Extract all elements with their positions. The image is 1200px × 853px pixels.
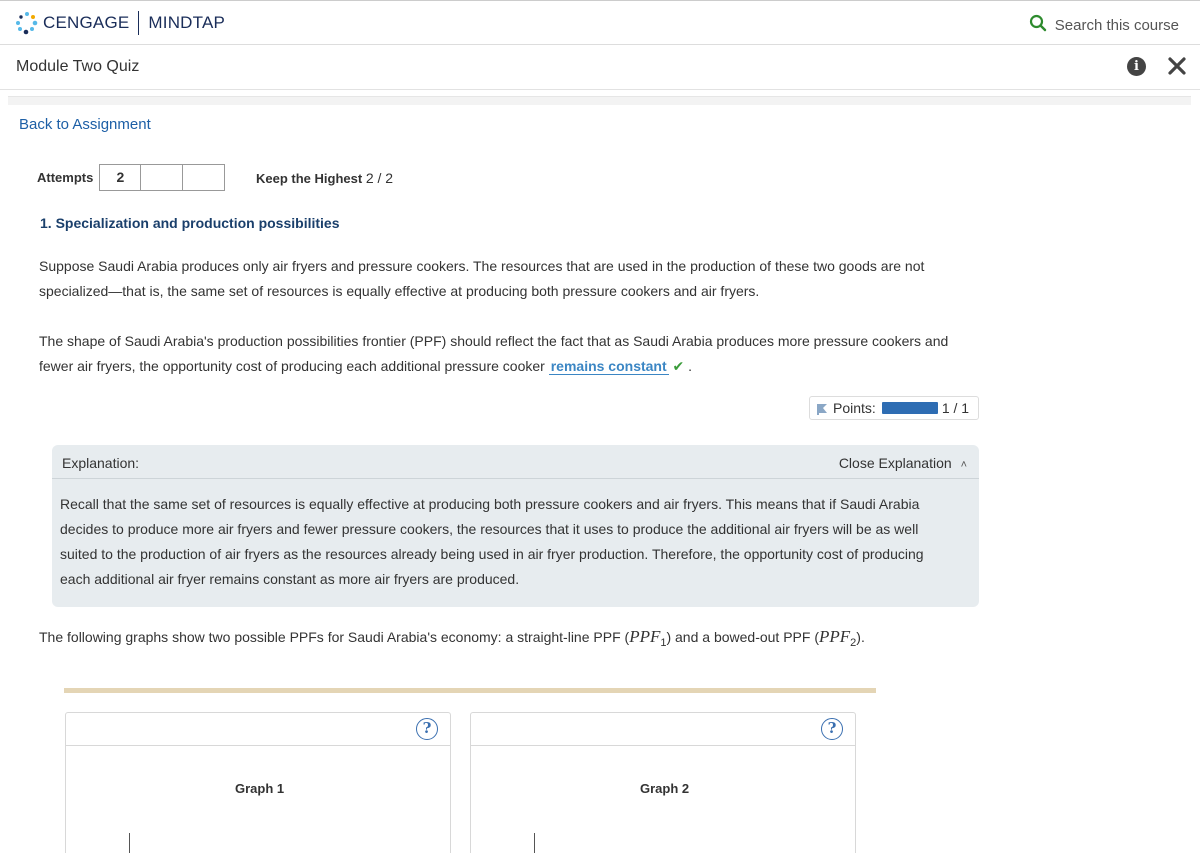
graph-panel-2: ? Graph 2 (470, 712, 856, 853)
search-course-button[interactable]: Search this course (1029, 14, 1179, 37)
brand-name: CENGAGE (43, 13, 130, 32)
points-indicator: Points: 1 / 1 (809, 396, 979, 420)
attempt-box-used: 2 (99, 164, 142, 191)
back-to-assignment-link[interactable]: Back to Assignment (19, 116, 151, 133)
graph-tool-bar (64, 688, 876, 693)
close-explanation-button[interactable]: Close Explanation ˄ (839, 455, 967, 471)
paragraph-line: fewer air fryers, the opportunity cost o… (39, 354, 969, 379)
paragraph-line: specialized—that is, the same set of res… (39, 283, 760, 299)
close-explanation-label: Close Explanation (838, 455, 952, 471)
points-value: 1 / 1 (941, 400, 970, 416)
search-icon (1029, 14, 1047, 37)
explanation-header: Explanation: (62, 455, 140, 471)
ppf2-label: PPF (819, 627, 851, 646)
paragraph-text: . (688, 358, 693, 374)
graph-title: Graph 2 (640, 781, 690, 796)
help-icon[interactable]: ? (416, 718, 438, 740)
points-label: Points: (833, 400, 876, 416)
explanation-line: Recall that the same set of resources is… (60, 496, 920, 512)
divider-band (8, 96, 1191, 105)
product-name: MINDTAP (148, 13, 226, 32)
question-title: 1. Specialization and production possibi… (40, 215, 340, 231)
explanation-panel: Explanation: Close Explanation ˄ Recall … (52, 445, 979, 607)
logo-divider (138, 11, 140, 35)
intro-text: ) and a bowed-out PPF ( (666, 629, 819, 645)
panel-divider (66, 745, 450, 746)
explanation-divider (52, 478, 979, 479)
chevron-up-icon: ˄ (960, 459, 967, 471)
paragraph-line: Suppose Saudi Arabia produces only air f… (39, 258, 925, 274)
correct-check-icon: ✔ (672, 358, 685, 374)
ppf1-label: PPF (629, 627, 661, 646)
keep-highest: Keep the Highest 2 / 2 (256, 170, 393, 186)
cengage-logo-icon (14, 11, 40, 35)
paragraph-text: fewer air fryers, the opportunity cost o… (39, 358, 545, 374)
help-icon[interactable]: ? (821, 718, 843, 740)
attempt-box-empty (141, 164, 184, 191)
attempt-box-empty (183, 164, 226, 191)
question-paragraph-2: The shape of Saudi Arabia's production p… (39, 329, 969, 379)
intro-text: ). (856, 629, 865, 645)
keep-highest-label: Keep the Highest (256, 171, 363, 186)
explanation-body: Recall that the same set of resources is… (60, 492, 965, 592)
panel-divider (471, 745, 855, 746)
question-paragraph-1: Suppose Saudi Arabia produces only air f… (39, 254, 969, 304)
points-bar (881, 402, 938, 414)
module-title: Module Two Quiz (16, 58, 140, 75)
explanation-line: decides to produce more air fryers and f… (60, 521, 919, 537)
attempts-label: Attempts (37, 170, 94, 185)
cengage-logo[interactable]: CENGAGE MINDTAP (14, 11, 225, 35)
keep-highest-score: 2 / 2 (365, 170, 394, 186)
answer-dropdown[interactable]: remains constant (548, 358, 669, 375)
flag-icon (816, 402, 828, 415)
graph-y-axis (534, 833, 535, 853)
info-icon[interactable]: i (1127, 57, 1146, 76)
top-bar: CENGAGE MINDTAP Search this course (0, 0, 1200, 45)
explanation-line: suited to the production of air fryers a… (60, 546, 924, 562)
paragraph-line: The shape of Saudi Arabia's production p… (39, 333, 949, 349)
explanation-line: each additional air fryer remains consta… (60, 571, 520, 587)
attempts-tracker: Attempts 2 (37, 164, 226, 191)
graphs-intro: The following graphs show two possible P… (39, 627, 865, 649)
intro-text: The following graphs show two possible P… (39, 629, 630, 645)
module-header: Module Two Quiz (0, 45, 1200, 90)
close-icon[interactable] (1166, 55, 1188, 77)
graph-y-axis (129, 833, 130, 853)
graph-title: Graph 1 (235, 781, 285, 796)
search-label: Search this course (1054, 17, 1179, 34)
graph-panel-1: ? Graph 1 (65, 712, 451, 853)
